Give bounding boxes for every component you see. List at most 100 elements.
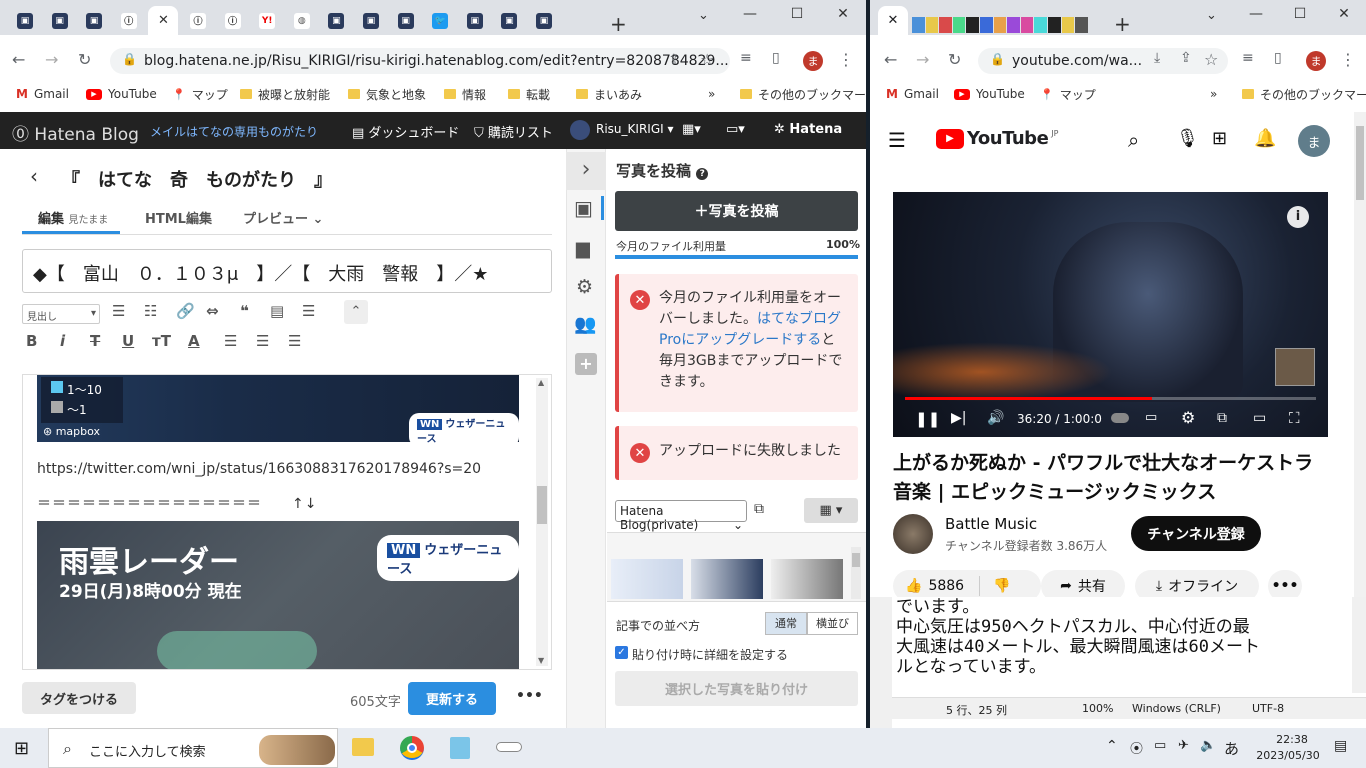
browser-tab[interactable]: ▣ [45, 6, 75, 35]
tray-chevron-icon[interactable]: ⌃ [1106, 738, 1118, 754]
notification-center-icon[interactable]: ▤ [1334, 738, 1347, 754]
profile-avatar[interactable]: ま [803, 51, 823, 71]
user-menu[interactable]: Risu_KIRIGI ▾ [596, 122, 674, 136]
share-button[interactable]: ➦ 共有 [1041, 570, 1125, 597]
tag-button[interactable]: タグをつける [22, 682, 136, 714]
photo-panel-icon[interactable]: ▣ [574, 196, 604, 220]
file-explorer-icon[interactable] [352, 738, 374, 756]
user-avatar[interactable] [570, 120, 590, 140]
youtube-tab-close[interactable]: ✕ [878, 6, 908, 35]
bookmark-0[interactable]: M Gmail [16, 84, 69, 104]
close-window-button[interactable]: ✕ [1334, 6, 1354, 22]
bookmark-6[interactable]: 転載 [508, 84, 550, 104]
bookmarks-more-icon[interactable]: » [708, 84, 715, 104]
tab-preview[interactable]: プレビュー ⌄ [243, 208, 323, 227]
network-icon[interactable]: ✈ [1178, 738, 1189, 753]
active-tab[interactable]: ✕ [148, 6, 179, 35]
offline-button[interactable]: ⤓ オフライン [1135, 570, 1259, 597]
ime-indicator[interactable]: あ [1224, 738, 1239, 759]
autoplay-toggle[interactable] [1111, 413, 1129, 423]
close-window-button[interactable]: ✕ [833, 6, 853, 22]
reading-list-icon[interactable]: ≡ [740, 50, 752, 66]
sort-side-button[interactable]: 横並び [807, 612, 858, 635]
update-button[interactable]: 更新する [408, 682, 496, 715]
bookmark-7[interactable]: まいあみ [576, 84, 642, 104]
maximize-button[interactable]: ☐ [787, 6, 807, 22]
scroll-down-arrow[interactable]: ▼ [538, 656, 544, 665]
browser-tab[interactable]: ⓘ [183, 6, 213, 35]
bookmark-0[interactable]: M Gmail [886, 84, 939, 104]
users-icon[interactable]: 👥 [574, 314, 596, 335]
like-button[interactable]: 👍 5886 👎 [893, 570, 1041, 597]
align-center-icon[interactable]: ☰ [256, 332, 269, 350]
hatena-brand[interactable]: ✲ Hatena [774, 122, 842, 137]
bookmark-5[interactable]: 情報 [444, 84, 486, 104]
bookmarks-more-icon[interactable]: » [1210, 84, 1217, 104]
numbered-list-icon[interactable]: ☷ [144, 302, 157, 320]
forward-icon[interactable]: → [45, 50, 58, 69]
bullet-list-icon[interactable]: ☰ [112, 302, 125, 320]
battery-icon[interactable]: ▭ [1154, 738, 1166, 753]
volume-tray-icon[interactable]: 🔈 [1200, 738, 1216, 753]
thumbnail-scrollbar[interactable] [851, 547, 861, 599]
hatena-blog-logo[interactable]: ⓪ Hatena Blog [12, 120, 139, 145]
yt-search-icon[interactable]: ⌕ [1128, 128, 1139, 152]
yt-avatar[interactable]: ま [1298, 125, 1330, 157]
notepad-taskbar-icon[interactable] [450, 737, 470, 759]
browser-tab[interactable]: ⓘ [218, 6, 248, 35]
bold-icon[interactable]: B [26, 332, 37, 350]
photo-thumbnail[interactable] [771, 559, 843, 599]
scroll-up-arrow[interactable]: ▲ [538, 378, 544, 387]
forward-icon[interactable]: → [916, 50, 929, 69]
notepad-scrollbar[interactable] [1352, 597, 1366, 693]
other-bookmarks[interactable]: その他のブックマーク [1242, 84, 1366, 104]
font-size-icon[interactable]: тT [152, 332, 171, 350]
apps-grid-icon[interactable]: ▦▾ [682, 122, 701, 137]
browser-tab[interactable]: ◍ [287, 6, 317, 35]
editor-content[interactable]: 1〜10 〜1 ⊛ mapbox WN ウェザーニュース https://twit… [22, 374, 552, 670]
detail-checkbox[interactable]: ✓ [615, 646, 628, 659]
back-icon[interactable]: ← [12, 50, 25, 69]
reload-icon[interactable]: ↻ [948, 50, 961, 69]
tab-search-icon[interactable]: ⌄ [1206, 8, 1217, 23]
yt-page-scrollbar[interactable] [1354, 112, 1366, 597]
share-icon[interactable]: ⇪ [1180, 50, 1192, 66]
address-bar[interactable]: 🔒 blog.hatena.ne.jp/Risu_KIRIGI/risu-kir… [110, 48, 730, 74]
clock-time[interactable]: 22:38 [1262, 733, 1322, 746]
album-select[interactable]: Hatena Blog(private) ⌄ [615, 500, 747, 532]
tab-html[interactable]: HTML編集 [145, 208, 212, 227]
minimize-button[interactable]: — [740, 6, 760, 22]
share-icon[interactable]: ⇪ [668, 52, 680, 68]
paste-photo-button[interactable]: 選択した写真を貼り付け [615, 671, 858, 706]
chrome-icon[interactable] [400, 736, 424, 760]
heading-select[interactable]: 見出し ▾ [22, 304, 100, 324]
post-title-input[interactable]: ◆【 富山 ０．１０３μ 】／【 大雨 警報 】／★ [22, 249, 552, 293]
bookmark-1[interactable]: ▶ YouTube [86, 84, 157, 104]
pause-icon[interactable]: ❚❚ [915, 410, 940, 428]
side-panel-icon[interactable]: ▯ [772, 50, 780, 66]
profile-avatar[interactable]: ま [1306, 51, 1326, 71]
browser-tab[interactable]: Y! [252, 6, 282, 35]
progress-bar[interactable] [905, 397, 1316, 400]
more-break-icon[interactable]: ⇔ [206, 302, 219, 320]
more-options-button[interactable]: ••• [516, 688, 543, 704]
yt-mic-icon[interactable]: 🎙 [1176, 128, 1199, 149]
bookmark-4[interactable]: 気象と地象 [348, 84, 426, 104]
dashboard-link[interactable]: ▤ ダッシュボード [352, 122, 459, 141]
post-photo-button[interactable]: ＋写真を投稿 [615, 191, 858, 231]
video-info-icon[interactable]: i [1287, 206, 1309, 228]
open-external-icon[interactable]: ⧉ [754, 501, 764, 517]
volume-icon[interactable]: 🔊 [987, 410, 1004, 426]
reading-list-link[interactable]: ⛉ 購読リスト [474, 122, 553, 141]
yt-hamburger-icon[interactable]: ☰ [888, 128, 906, 152]
other-bookmarks[interactable]: その他のブックマーク [740, 84, 866, 104]
photo-thumbnail[interactable] [611, 559, 683, 599]
back-icon[interactable]: ← [884, 50, 897, 69]
text-color-icon[interactable]: A [188, 332, 200, 350]
minimize-button[interactable]: — [1246, 6, 1266, 22]
browser-tab[interactable]: ⓘ [114, 6, 144, 35]
end-screen-thumb[interactable] [1275, 348, 1315, 386]
start-button[interactable]: ⊞ [14, 738, 29, 759]
youtube-logo[interactable]: ▶ YouTube JP [936, 128, 1058, 149]
close-tab-icon[interactable]: ✕ [155, 13, 171, 29]
